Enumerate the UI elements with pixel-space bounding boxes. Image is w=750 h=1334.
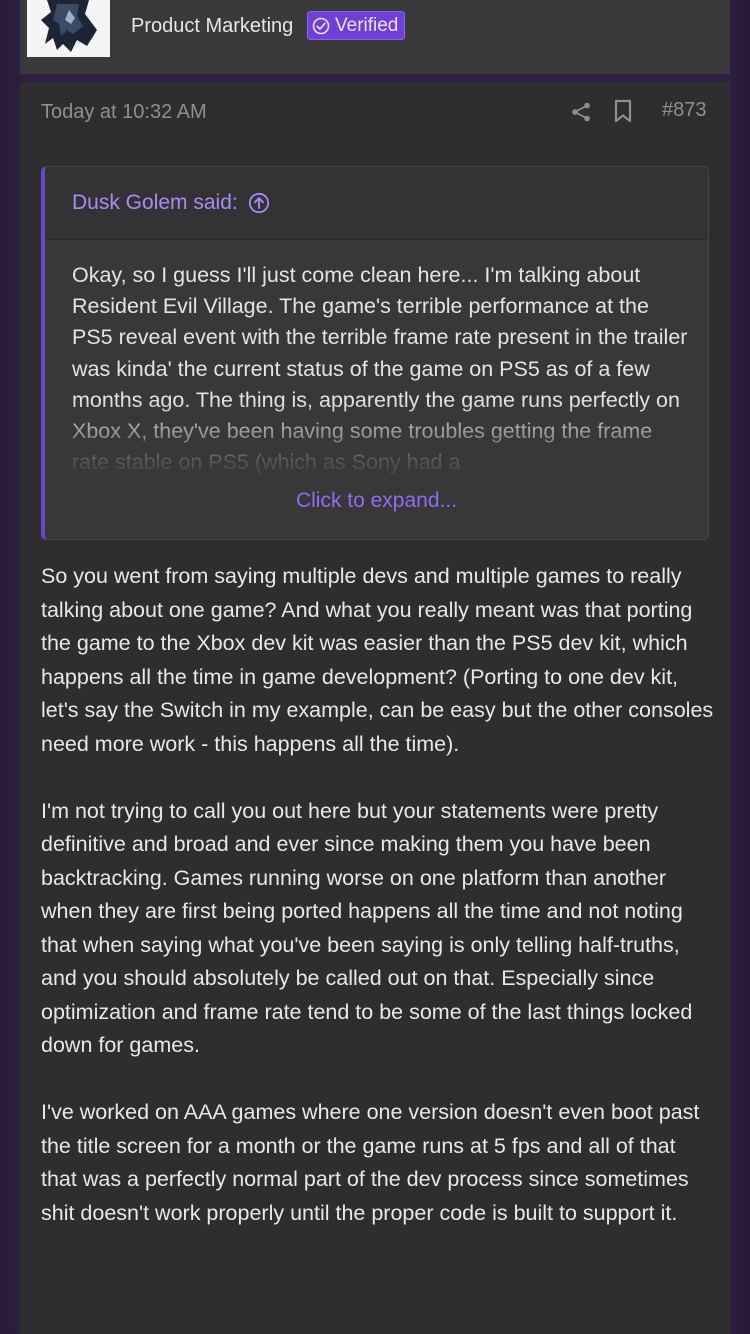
avatar[interactable] xyxy=(27,0,110,57)
quote-header: Dusk Golem said: xyxy=(45,167,708,240)
post-timestamp[interactable]: Today at 10:32 AM xyxy=(41,98,207,126)
check-circle-icon xyxy=(312,17,330,34)
post-paragraph: I'm not trying to call you out here but … xyxy=(41,798,693,1058)
expand-quote-link[interactable]: Click to expand... xyxy=(45,487,708,515)
post-body: So you went from saying multiple devs an… xyxy=(41,560,716,1264)
share-icon[interactable] xyxy=(570,101,592,123)
post-paragraph: I've worked on AAA games where one versi… xyxy=(41,1100,700,1225)
verified-badge: Verified xyxy=(307,11,406,40)
page: Product Marketing Verified Today at 10:3… xyxy=(0,0,750,1334)
quote-body: Okay, so I guess I'll just come clean he… xyxy=(45,240,708,539)
post-number-link[interactable]: #873 xyxy=(662,96,707,124)
quote-author-link[interactable]: Dusk Golem said: xyxy=(72,189,238,217)
quote-block: Dusk Golem said: Okay, so I guess I'll j… xyxy=(41,166,709,540)
quote-fade-overlay xyxy=(45,400,708,539)
verified-label: Verified xyxy=(335,14,399,36)
post-paragraph: So you went from saying multiple devs an… xyxy=(41,564,714,756)
post-card: Today at 10:32 AM #873 Dusk Golem said: xyxy=(20,82,730,1334)
bookmark-icon[interactable] xyxy=(612,99,634,123)
post-author-header: Product Marketing Verified xyxy=(20,0,730,74)
author-role: Product Marketing xyxy=(131,15,294,37)
arrow-up-circle-icon[interactable] xyxy=(248,192,270,214)
